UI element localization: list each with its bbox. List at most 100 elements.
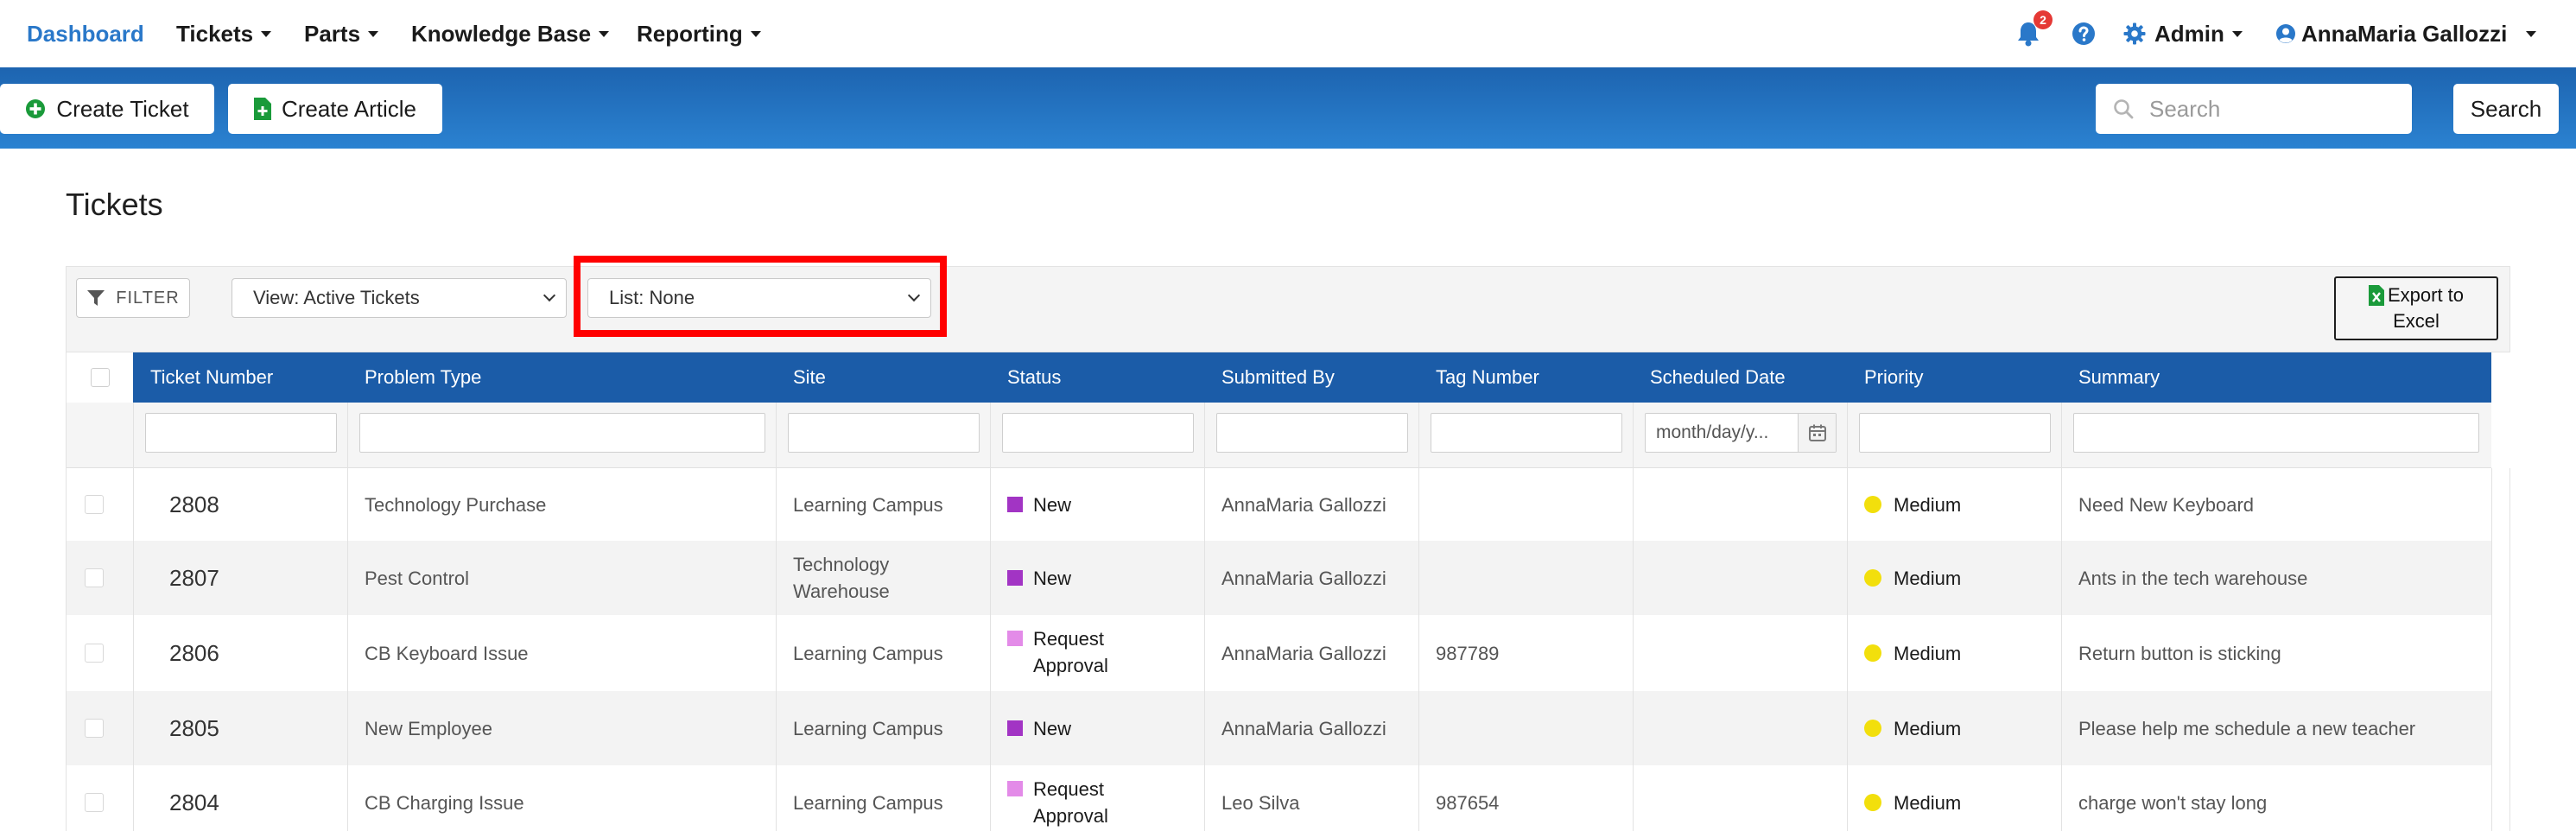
ticket-number-filter-input[interactable] [145,413,337,453]
priority-dot-icon [1864,720,1881,737]
column-divider [1418,403,1419,831]
ticket-number-cell[interactable]: 2807 [169,541,219,615]
summary-cell: Need New Keyboard [2078,493,2255,516]
top-navbar: Dashboard Tickets Parts Knowledge Base R… [0,0,2576,67]
view-select[interactable]: View: Active Tickets [232,278,567,318]
status-filter-input[interactable] [1002,413,1194,453]
create-ticket-label: Create Ticket [56,95,189,122]
column-header-problem-type[interactable]: Problem Type [365,352,481,403]
table-row[interactable]: 2806 CB Keyboard Issue Learning Campus R… [66,615,2491,691]
column-header-tag-number[interactable]: Tag Number [1436,352,1539,403]
ticket-number-cell[interactable]: 2805 [169,691,219,765]
column-header-priority[interactable]: Priority [1864,352,1923,403]
nav-tickets-label: Tickets [176,20,254,47]
site-cell: Learning Campus [793,493,943,516]
calendar-icon [1808,424,1826,441]
column-divider [990,403,991,831]
priority-dot-icon [1864,569,1881,587]
ticket-number-cell[interactable]: 2808 [169,468,219,541]
submitted-by-cell: AnnaMaria Gallozzi [1221,717,1386,739]
site-cell: Learning Campus [793,791,943,814]
search-icon [2114,99,2134,119]
search-field[interactable] [2096,84,2412,134]
column-header-site[interactable]: Site [793,352,826,403]
search-input[interactable] [2149,95,2391,123]
header-checkbox-cell [66,352,133,403]
chevron-down-icon [542,289,556,302]
row-checkbox[interactable] [85,644,104,663]
table-scroll-gutter [2491,468,2510,831]
priority-cell: Medium [1864,541,1961,615]
create-article-button[interactable]: Create Article [228,84,442,134]
status-color-swatch [1007,570,1023,586]
user-menu[interactable]: AnnaMaria Gallozzi [2275,0,2537,67]
select-all-checkbox[interactable] [90,368,110,387]
table-row[interactable]: 2804 CB Charging Issue Learning Campus R… [66,765,2491,831]
column-header-scheduled-date[interactable]: Scheduled Date [1650,352,1786,403]
scheduled-date-filter-input[interactable]: month/day/y... [1645,413,1837,453]
status-label: Request Approval [1033,778,1108,827]
notification-count-badge: 2 [2034,10,2053,29]
problem-type-filter-input[interactable] [359,413,765,453]
column-divider [133,403,134,831]
calendar-button[interactable] [1798,414,1836,452]
admin-menu[interactable]: Admin [2123,0,2243,67]
site-cell: Technology Warehouse [793,554,890,602]
column-divider [347,403,348,831]
priority-label: Medium [1894,717,1962,739]
column-divider [1204,403,1205,831]
excel-file-icon [2368,285,2384,306]
priority-filter-input[interactable] [1859,413,2051,453]
priority-cell: Medium [1864,691,1961,765]
nav-parts-menu[interactable]: Parts [304,0,379,67]
submitted-by-filter-input[interactable] [1216,413,1408,453]
nav-reporting-label: Reporting [637,20,743,47]
table-row[interactable]: 2807 Pest Control Technology Warehouse N… [66,541,2491,615]
status-cell: Request Approval [1007,765,1163,831]
row-checkbox[interactable] [85,495,104,514]
ticket-number-cell[interactable]: 2804 [169,765,219,831]
column-header-submitted-by[interactable]: Submitted By [1221,352,1335,403]
view-select-value: View: Active Tickets [253,287,420,308]
plus-circle-icon [26,99,46,118]
column-header-ticket-number[interactable]: Ticket Number [150,352,273,403]
filter-button[interactable]: FILTER [76,278,190,318]
caret-down-icon [599,30,610,37]
status-label: Request Approval [1033,628,1108,676]
nav-knowledge-base-menu[interactable]: Knowledge Base [411,0,610,67]
priority-label: Medium [1894,642,1962,664]
status-cell: New [1007,468,1071,541]
highlight-box [574,256,947,337]
help-button[interactable] [2072,0,2096,67]
nav-tickets-menu[interactable]: Tickets [176,0,272,67]
tag-number-filter-input[interactable] [1431,413,1622,453]
user-name: AnnaMaria Gallozzi [2301,20,2508,47]
search-button[interactable]: Search [2453,84,2559,134]
status-color-swatch [1007,720,1023,736]
column-header-status[interactable]: Status [1007,352,1061,403]
summary-filter-input[interactable] [2073,413,2479,453]
status-color-swatch [1007,781,1023,796]
row-checkbox[interactable] [85,568,104,587]
table-row[interactable]: 2805 New Employee Learning Campus New An… [66,691,2491,765]
export-to-excel-button[interactable]: Export to Excel [2334,276,2498,340]
priority-label: Medium [1894,791,1962,814]
submitted-by-cell: AnnaMaria Gallozzi [1221,642,1386,664]
tag-number-cell: 987789 [1436,642,1500,664]
ticket-number-cell[interactable]: 2806 [169,615,219,691]
submitted-by-cell: Leo Silva [1221,791,1300,814]
caret-down-icon [750,30,761,37]
row-checkbox[interactable] [85,793,104,812]
nav-dashboard-link[interactable]: Dashboard [27,0,144,67]
summary-cell: Please help me schedule a new teacher [2078,717,2416,739]
status-label: New [1033,493,1072,516]
table-row[interactable]: 2808 Technology Purchase Learning Campus… [66,468,2491,541]
notifications-button[interactable]: 2 [2016,0,2053,67]
create-ticket-button[interactable]: Create Ticket [0,84,214,134]
row-checkbox[interactable] [85,719,104,738]
priority-cell: Medium [1864,765,1961,831]
column-header-summary[interactable]: Summary [2078,352,2160,403]
nav-reporting-menu[interactable]: Reporting [637,0,761,67]
site-filter-input[interactable] [788,413,980,453]
summary-cell: Ants in the tech warehouse [2078,567,2308,589]
